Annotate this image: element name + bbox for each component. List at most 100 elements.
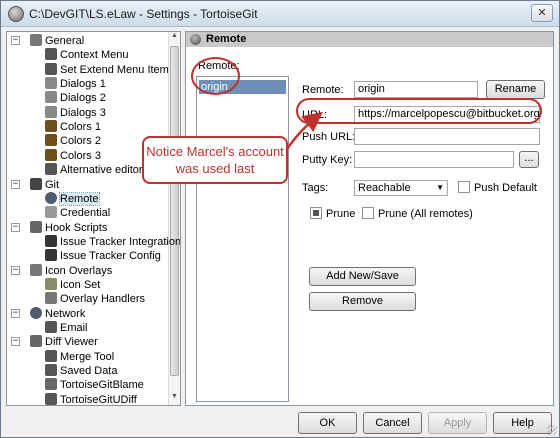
resize-grip[interactable] — [547, 425, 557, 435]
scroll-up-icon[interactable]: ▲ — [170, 32, 179, 44]
hook-icon — [30, 220, 42, 233]
tree-item-label: Email — [60, 322, 88, 334]
tree-item[interactable]: General — [30, 34, 84, 48]
cancel-button[interactable]: Cancel — [363, 412, 422, 434]
git-icon — [30, 177, 42, 190]
tree-item-label: Remote — [59, 191, 100, 206]
tree-item[interactable]: Icon Overlays — [30, 263, 113, 278]
tree-item-label: Icon Set — [60, 278, 101, 291]
tree-item-label: Icon Overlays — [45, 264, 113, 277]
gear-icon — [45, 62, 57, 75]
tree-item[interactable]: TortoiseGitUDiff — [45, 392, 137, 405]
apply-button[interactable]: Apply — [428, 412, 487, 434]
remove-button[interactable]: Remove — [309, 292, 416, 311]
bug-icon — [45, 249, 57, 262]
brush-icon — [45, 148, 57, 161]
tree-item[interactable]: Hook Scripts — [30, 220, 108, 235]
tree-scrollbar[interactable]: ▲ ▼ — [168, 32, 180, 405]
remote-highlight-ellipse — [191, 57, 240, 95]
tags-label: Tags: — [302, 182, 329, 194]
tree-item[interactable]: Dialogs 2 — [45, 91, 106, 105]
push-default-label: Push Default — [474, 182, 537, 194]
putty-key-field[interactable] — [354, 151, 514, 168]
push-url-field[interactable] — [354, 128, 540, 145]
tree-item-label: TortoiseGitBlame — [60, 379, 144, 392]
close-button[interactable]: ✕ — [531, 4, 553, 22]
tree-expander[interactable]: − — [11, 36, 20, 45]
tree-item[interactable]: Remote — [45, 191, 100, 206]
bug-icon — [45, 234, 57, 247]
tree-item-label: Hook Scripts — [45, 221, 108, 234]
brush-icon — [45, 134, 57, 147]
tree-item-label: Dialogs 2 — [60, 92, 106, 105]
globe-icon — [190, 34, 201, 45]
tree-item-label: Dialogs 3 — [60, 106, 106, 119]
tree-expander[interactable]: − — [11, 222, 20, 232]
dialogs-icon — [45, 91, 57, 104]
tree-item-label: Colors 3 — [60, 149, 101, 162]
tags-select[interactable]: Reachable ▼ — [354, 180, 448, 196]
tree-item[interactable]: Saved Data — [45, 364, 117, 378]
settings-tree[interactable]: ▲ ▼ General − Context Menu Set Extend Menu … — [6, 31, 181, 406]
magnifier-icon — [45, 163, 57, 176]
tree-item-label: Colors 2 — [60, 135, 101, 148]
key-icon — [45, 206, 57, 219]
prune-all-checkbox[interactable] — [362, 207, 374, 219]
tree-item[interactable]: Email — [45, 321, 88, 335]
tree-item-label: Issue Tracker Integration — [60, 235, 181, 248]
remote-name-field[interactable]: origin — [354, 81, 478, 98]
at-icon — [45, 321, 57, 333]
tree-item[interactable]: Context Menu — [45, 48, 128, 62]
settings-window: C:\DevGIT\LS.eLaw - Settings - TortoiseG… — [0, 0, 560, 438]
tree-item[interactable]: Issue Tracker Integration — [45, 234, 181, 249]
tree-item-label: Saved Data — [60, 365, 118, 378]
chevron-down-icon: ▼ — [436, 183, 444, 192]
tree-item[interactable]: Network — [30, 306, 86, 321]
remote-list[interactable]: origin — [196, 76, 289, 402]
help-button[interactable]: Help — [493, 412, 552, 434]
gear-icon — [45, 364, 57, 377]
page-header: Remote — [186, 32, 553, 47]
tree-item[interactable]: Credential — [45, 206, 110, 220]
rename-button[interactable]: Rename — [486, 80, 545, 99]
tree-expander[interactable]: − — [11, 337, 20, 347]
tree-item-label: Diff Viewer — [45, 336, 98, 349]
tree-expander[interactable]: − — [11, 308, 20, 318]
tree-item[interactable]: Colors 2 — [45, 134, 101, 148]
prune-checkbox[interactable] — [310, 207, 322, 219]
annotation-callout: Notice Marcel's account was used last — [142, 136, 288, 184]
tree-item[interactable]: Git — [30, 177, 60, 192]
push-default-checkbox[interactable] — [458, 181, 470, 193]
tree-item[interactable]: Overlay Handlers — [45, 292, 145, 306]
tree-item[interactable]: Colors 1 — [45, 120, 101, 134]
dialogs-icon — [45, 105, 57, 118]
tree-item[interactable]: Set Extend Menu Item — [45, 62, 169, 77]
tree-item[interactable]: Issue Tracker Config — [45, 249, 161, 263]
tree-item[interactable]: TortoiseGitBlame — [45, 378, 144, 392]
tree-item-label: General — [45, 35, 85, 47]
brush-icon — [45, 120, 57, 133]
tree-expander[interactable]: − — [11, 179, 20, 189]
tree-item[interactable]: Alternative editor — [45, 163, 143, 177]
tree-item[interactable]: Diff Viewer — [30, 335, 98, 349]
browse-putty-key-button[interactable]: ... — [519, 151, 539, 168]
ok-button[interactable]: OK — [298, 412, 357, 434]
tree-item[interactable]: Merge Tool — [45, 349, 114, 364]
tree-item[interactable]: Icon Set — [45, 277, 101, 292]
tags-selected-value: Reachable — [358, 182, 411, 194]
scroll-thumb[interactable] — [170, 46, 179, 376]
tree-item-label: Network — [45, 307, 86, 320]
tree-item-label: Overlay Handlers — [60, 293, 145, 306]
tree-item[interactable]: Dialogs 1 — [45, 77, 106, 91]
prune-label: Prune — [326, 208, 356, 220]
add-new-save-button[interactable]: Add New/Save — [309, 267, 416, 286]
tree-item-label: Git — [45, 178, 60, 191]
tree-item-label: Set Extend Menu Item — [60, 63, 169, 76]
tree-item-label: Colors 1 — [60, 121, 101, 134]
scroll-down-icon[interactable]: ▼ — [170, 393, 179, 405]
title-bar[interactable]: C:\DevGIT\LS.eLaw - Settings - TortoiseG… — [1, 1, 559, 27]
tree-expander[interactable]: − — [11, 265, 20, 275]
tree-item[interactable]: Dialogs 3 — [45, 105, 106, 120]
remote-name-label: Remote: — [302, 84, 344, 96]
tree-item[interactable]: Colors 3 — [45, 148, 101, 163]
